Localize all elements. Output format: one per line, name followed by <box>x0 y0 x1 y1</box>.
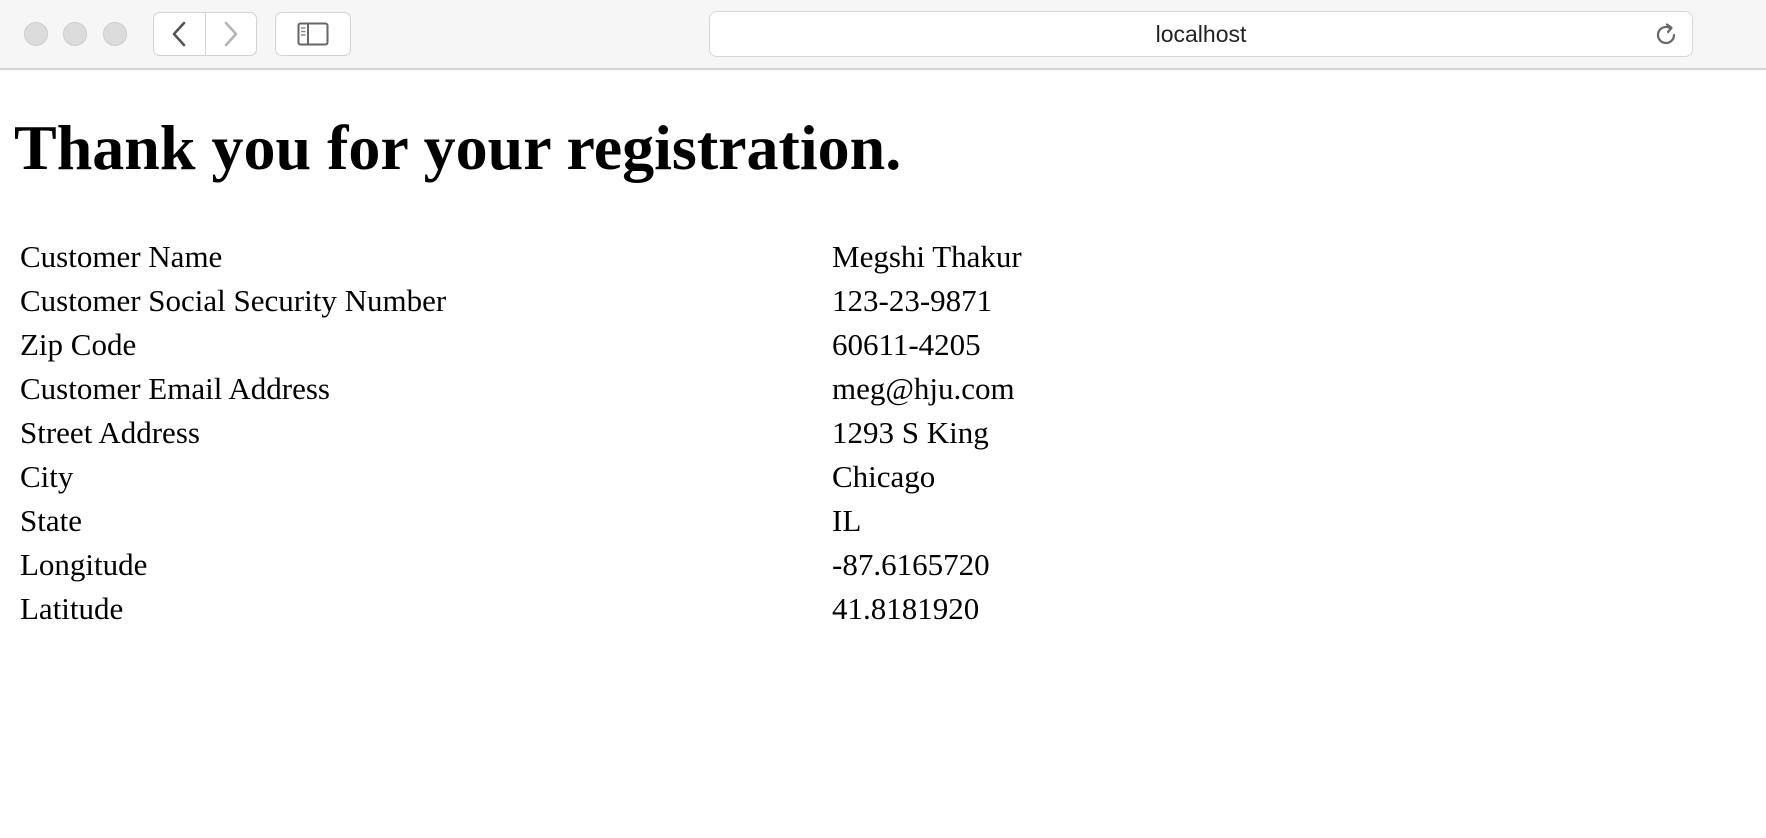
table-row: Zip Code 60611-4205 <box>20 323 1022 367</box>
page-content: Thank you for your registration. Custome… <box>0 70 1766 838</box>
detail-label: Street Address <box>20 415 200 450</box>
detail-label: Longitude <box>20 547 148 582</box>
table-row: Street Address 1293 S King <box>20 411 1022 455</box>
detail-label: Customer Name <box>20 239 223 274</box>
table-row: City Chicago <box>20 455 1022 499</box>
table-row: Customer Name Megshi Thakur <box>20 235 1022 279</box>
table-row: Latitude 41.8181920 <box>20 587 1022 631</box>
address-bar[interactable]: localhost <box>709 11 1693 57</box>
detail-label: Latitude <box>20 591 124 626</box>
browser-toolbar: localhost <box>0 0 1766 70</box>
window-maximize-button[interactable] <box>103 22 127 46</box>
sidebar-icon <box>297 22 329 46</box>
detail-value: -87.6165720 <box>832 547 990 582</box>
window-minimize-button[interactable] <box>63 22 87 46</box>
detail-value: IL <box>832 503 862 538</box>
forward-button[interactable] <box>206 13 257 55</box>
detail-value: 41.8181920 <box>832 591 980 626</box>
detail-value: meg@hju.com <box>832 371 1015 406</box>
detail-label: State <box>20 503 82 538</box>
back-button[interactable] <box>154 13 206 55</box>
detail-label: Zip Code <box>20 327 137 362</box>
registration-details-table: Customer Name Megshi Thakur Customer Soc… <box>20 235 1022 631</box>
page-title: Thank you for your registration. <box>14 112 902 183</box>
reload-button[interactable] <box>1652 21 1680 49</box>
detail-label: City <box>20 459 74 494</box>
chevron-left-icon <box>172 21 186 47</box>
detail-label: Customer Social Security Number <box>20 283 447 318</box>
reload-icon <box>1656 23 1676 45</box>
table-row: State IL <box>20 499 1022 543</box>
detail-value: 1293 S King <box>832 415 989 450</box>
detail-label: Customer Email Address <box>20 371 330 406</box>
chevron-right-icon <box>224 21 238 47</box>
detail-value: Chicago <box>832 459 936 494</box>
address-text: localhost <box>1155 20 1247 47</box>
detail-value: Megshi Thakur <box>832 239 1022 274</box>
window-close-button[interactable] <box>24 22 48 46</box>
table-row: Longitude -87.6165720 <box>20 543 1022 587</box>
table-row: Customer Email Address meg@hju.com <box>20 367 1022 411</box>
table-row: Customer Social Security Number 123-23-9… <box>20 279 1022 323</box>
detail-value: 123-23-9871 <box>832 283 993 318</box>
detail-value: 60611-4205 <box>832 327 981 362</box>
sidebar-toggle-button[interactable] <box>275 12 351 56</box>
navigation-buttons <box>153 12 257 56</box>
